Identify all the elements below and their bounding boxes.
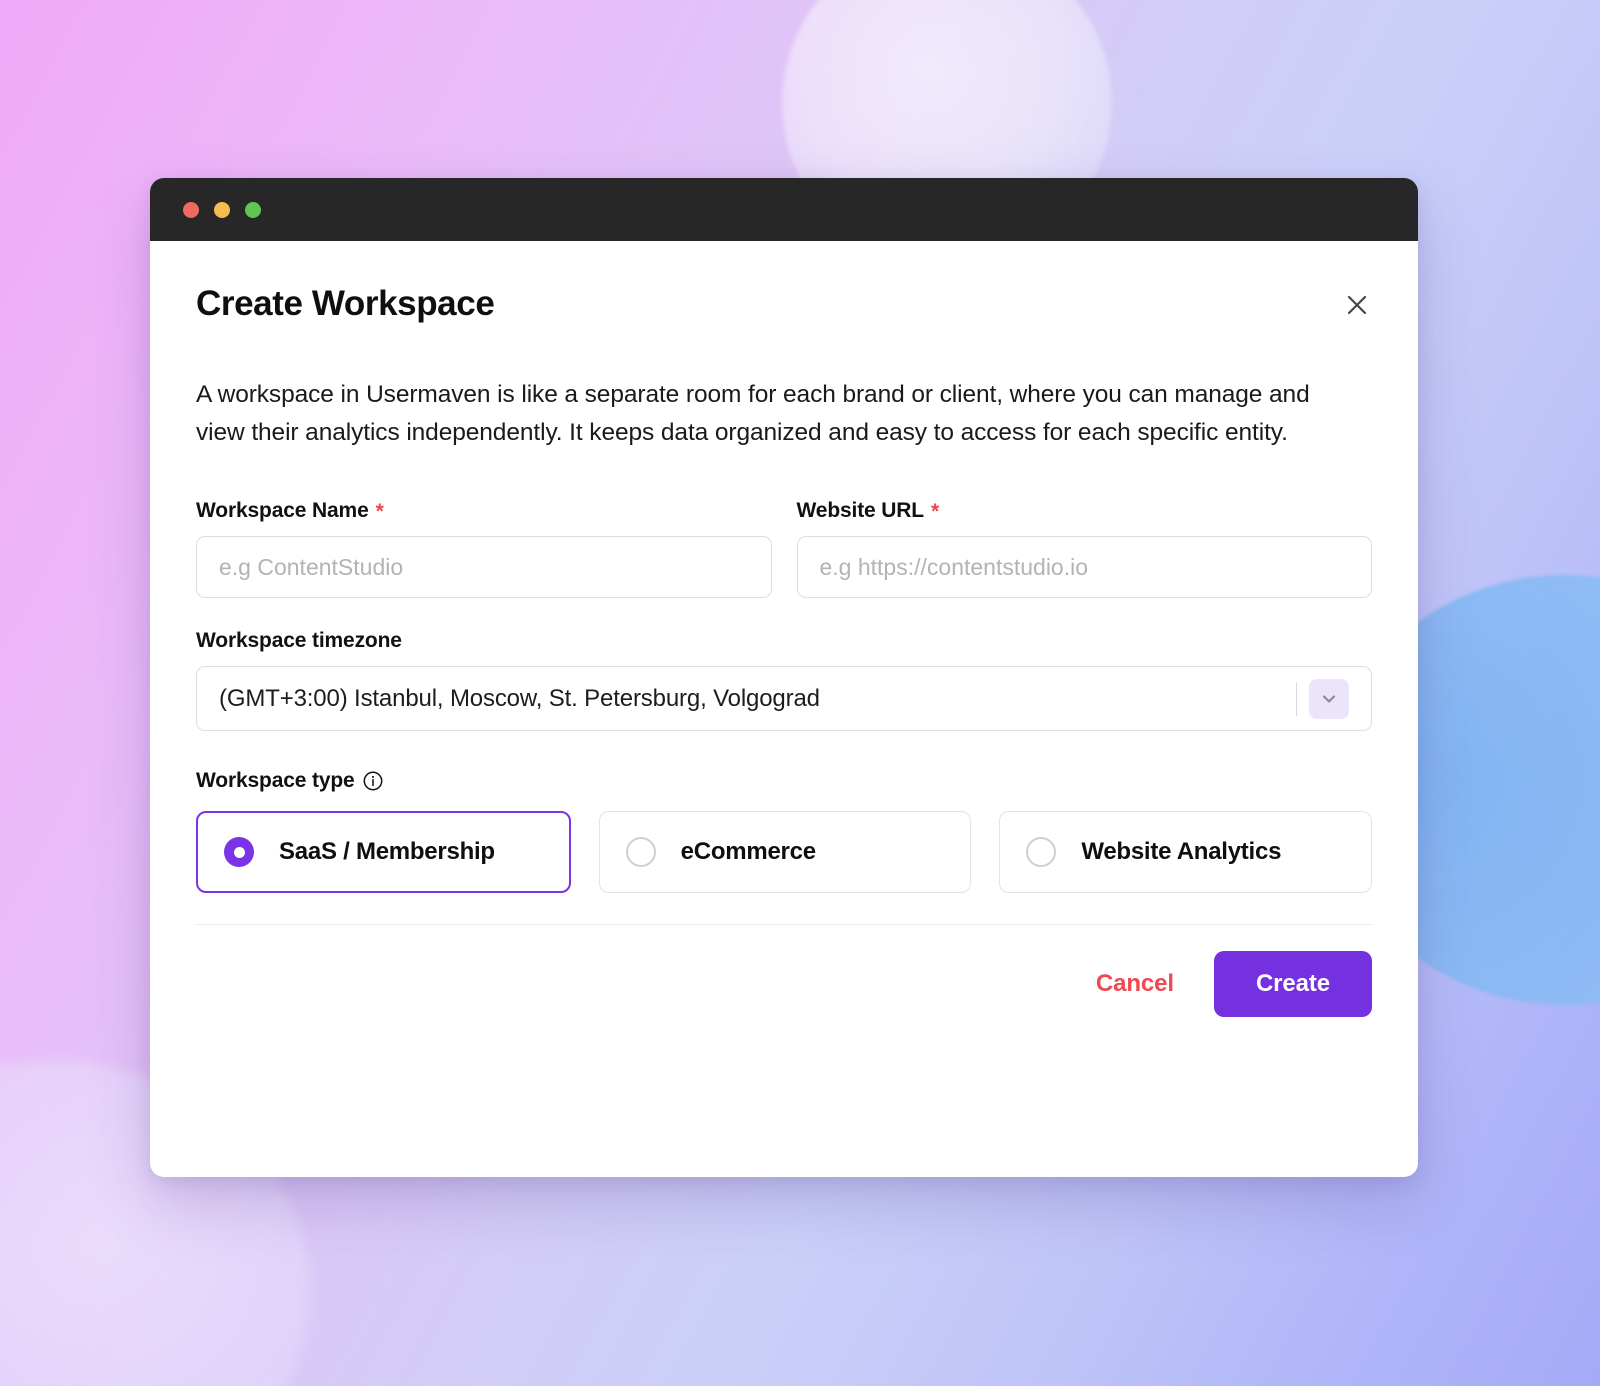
workspace-type-options: SaaS / Membership eCommerce Website Anal… <box>196 811 1373 894</box>
create-button[interactable]: Create <box>1214 951 1372 1018</box>
info-circle-icon[interactable] <box>362 770 384 792</box>
radio-icon[interactable] <box>224 837 254 868</box>
cancel-button[interactable]: Cancel <box>1070 952 1200 1016</box>
timezone-divider <box>1295 681 1297 716</box>
workspace-type-option-label: SaaS / Membership <box>279 838 495 866</box>
traffic-light-maximize-icon[interactable] <box>245 201 261 218</box>
workspace-name-label: Workspace Name * <box>196 499 772 523</box>
website-url-input[interactable] <box>796 536 1372 599</box>
workspace-type-option-website-analytics[interactable]: Website Analytics <box>999 811 1373 894</box>
workspace-name-label-text: Workspace Name <box>196 499 369 523</box>
dialog-footer: Cancel Create <box>196 924 1372 1041</box>
workspace-type-label: Workspace type <box>196 769 1372 793</box>
workspace-type-option-saas[interactable]: SaaS / Membership <box>196 811 571 894</box>
workspace-type-label-text: Workspace type <box>196 769 355 793</box>
timezone-selected-value: (GMT+3:00) Istanbul, Moscow, St. Petersb… <box>219 684 820 712</box>
page-title: Create Workspace <box>196 284 495 323</box>
create-workspace-dialog: Create Workspace A workspace in Usermave… <box>150 241 1418 1177</box>
traffic-light-close-icon[interactable] <box>183 201 199 218</box>
chevron-down-icon[interactable] <box>1309 678 1349 719</box>
workspace-name-input[interactable] <box>196 536 772 599</box>
dialog-header: Create Workspace <box>196 284 1374 324</box>
form-row-primary: Workspace Name * Website URL * <box>196 499 1373 599</box>
required-marker: * <box>375 499 384 523</box>
screen: Create Workspace A workspace in Usermave… <box>0 0 1600 1386</box>
timezone-select[interactable]: (GMT+3:00) Istanbul, Moscow, St. Petersb… <box>196 666 1372 732</box>
required-marker: * <box>930 499 940 523</box>
dialog-description: A workspace in Usermaven is like a separ… <box>196 380 1310 447</box>
field-workspace-timezone: Workspace timezone (GMT+3:00) Istanbul, … <box>196 629 1372 732</box>
radio-inner-dot <box>233 846 245 858</box>
radio-icon[interactable] <box>625 837 656 868</box>
timezone-label-text: Workspace timezone <box>196 629 402 653</box>
window-titlebar <box>150 178 1418 241</box>
browser-window: Create Workspace A workspace in Usermave… <box>150 178 1418 1177</box>
workspace-type-option-label: Website Analytics <box>1081 838 1282 866</box>
website-url-label: Website URL * <box>797 499 1373 523</box>
workspace-type-option-label: eCommerce <box>680 838 816 866</box>
workspace-type-option-ecommerce[interactable]: eCommerce <box>598 811 972 894</box>
timezone-label: Workspace timezone <box>196 629 1372 653</box>
traffic-light-minimize-icon[interactable] <box>214 201 230 218</box>
field-workspace-name: Workspace Name * <box>196 499 772 599</box>
close-icon[interactable] <box>1340 288 1374 322</box>
website-url-label-text: Website URL <box>796 499 925 523</box>
field-website-url: Website URL * <box>796 499 1373 599</box>
field-workspace-type: Workspace type SaaS / Membership eCommer… <box>196 769 1373 894</box>
radio-icon[interactable] <box>1026 837 1057 868</box>
